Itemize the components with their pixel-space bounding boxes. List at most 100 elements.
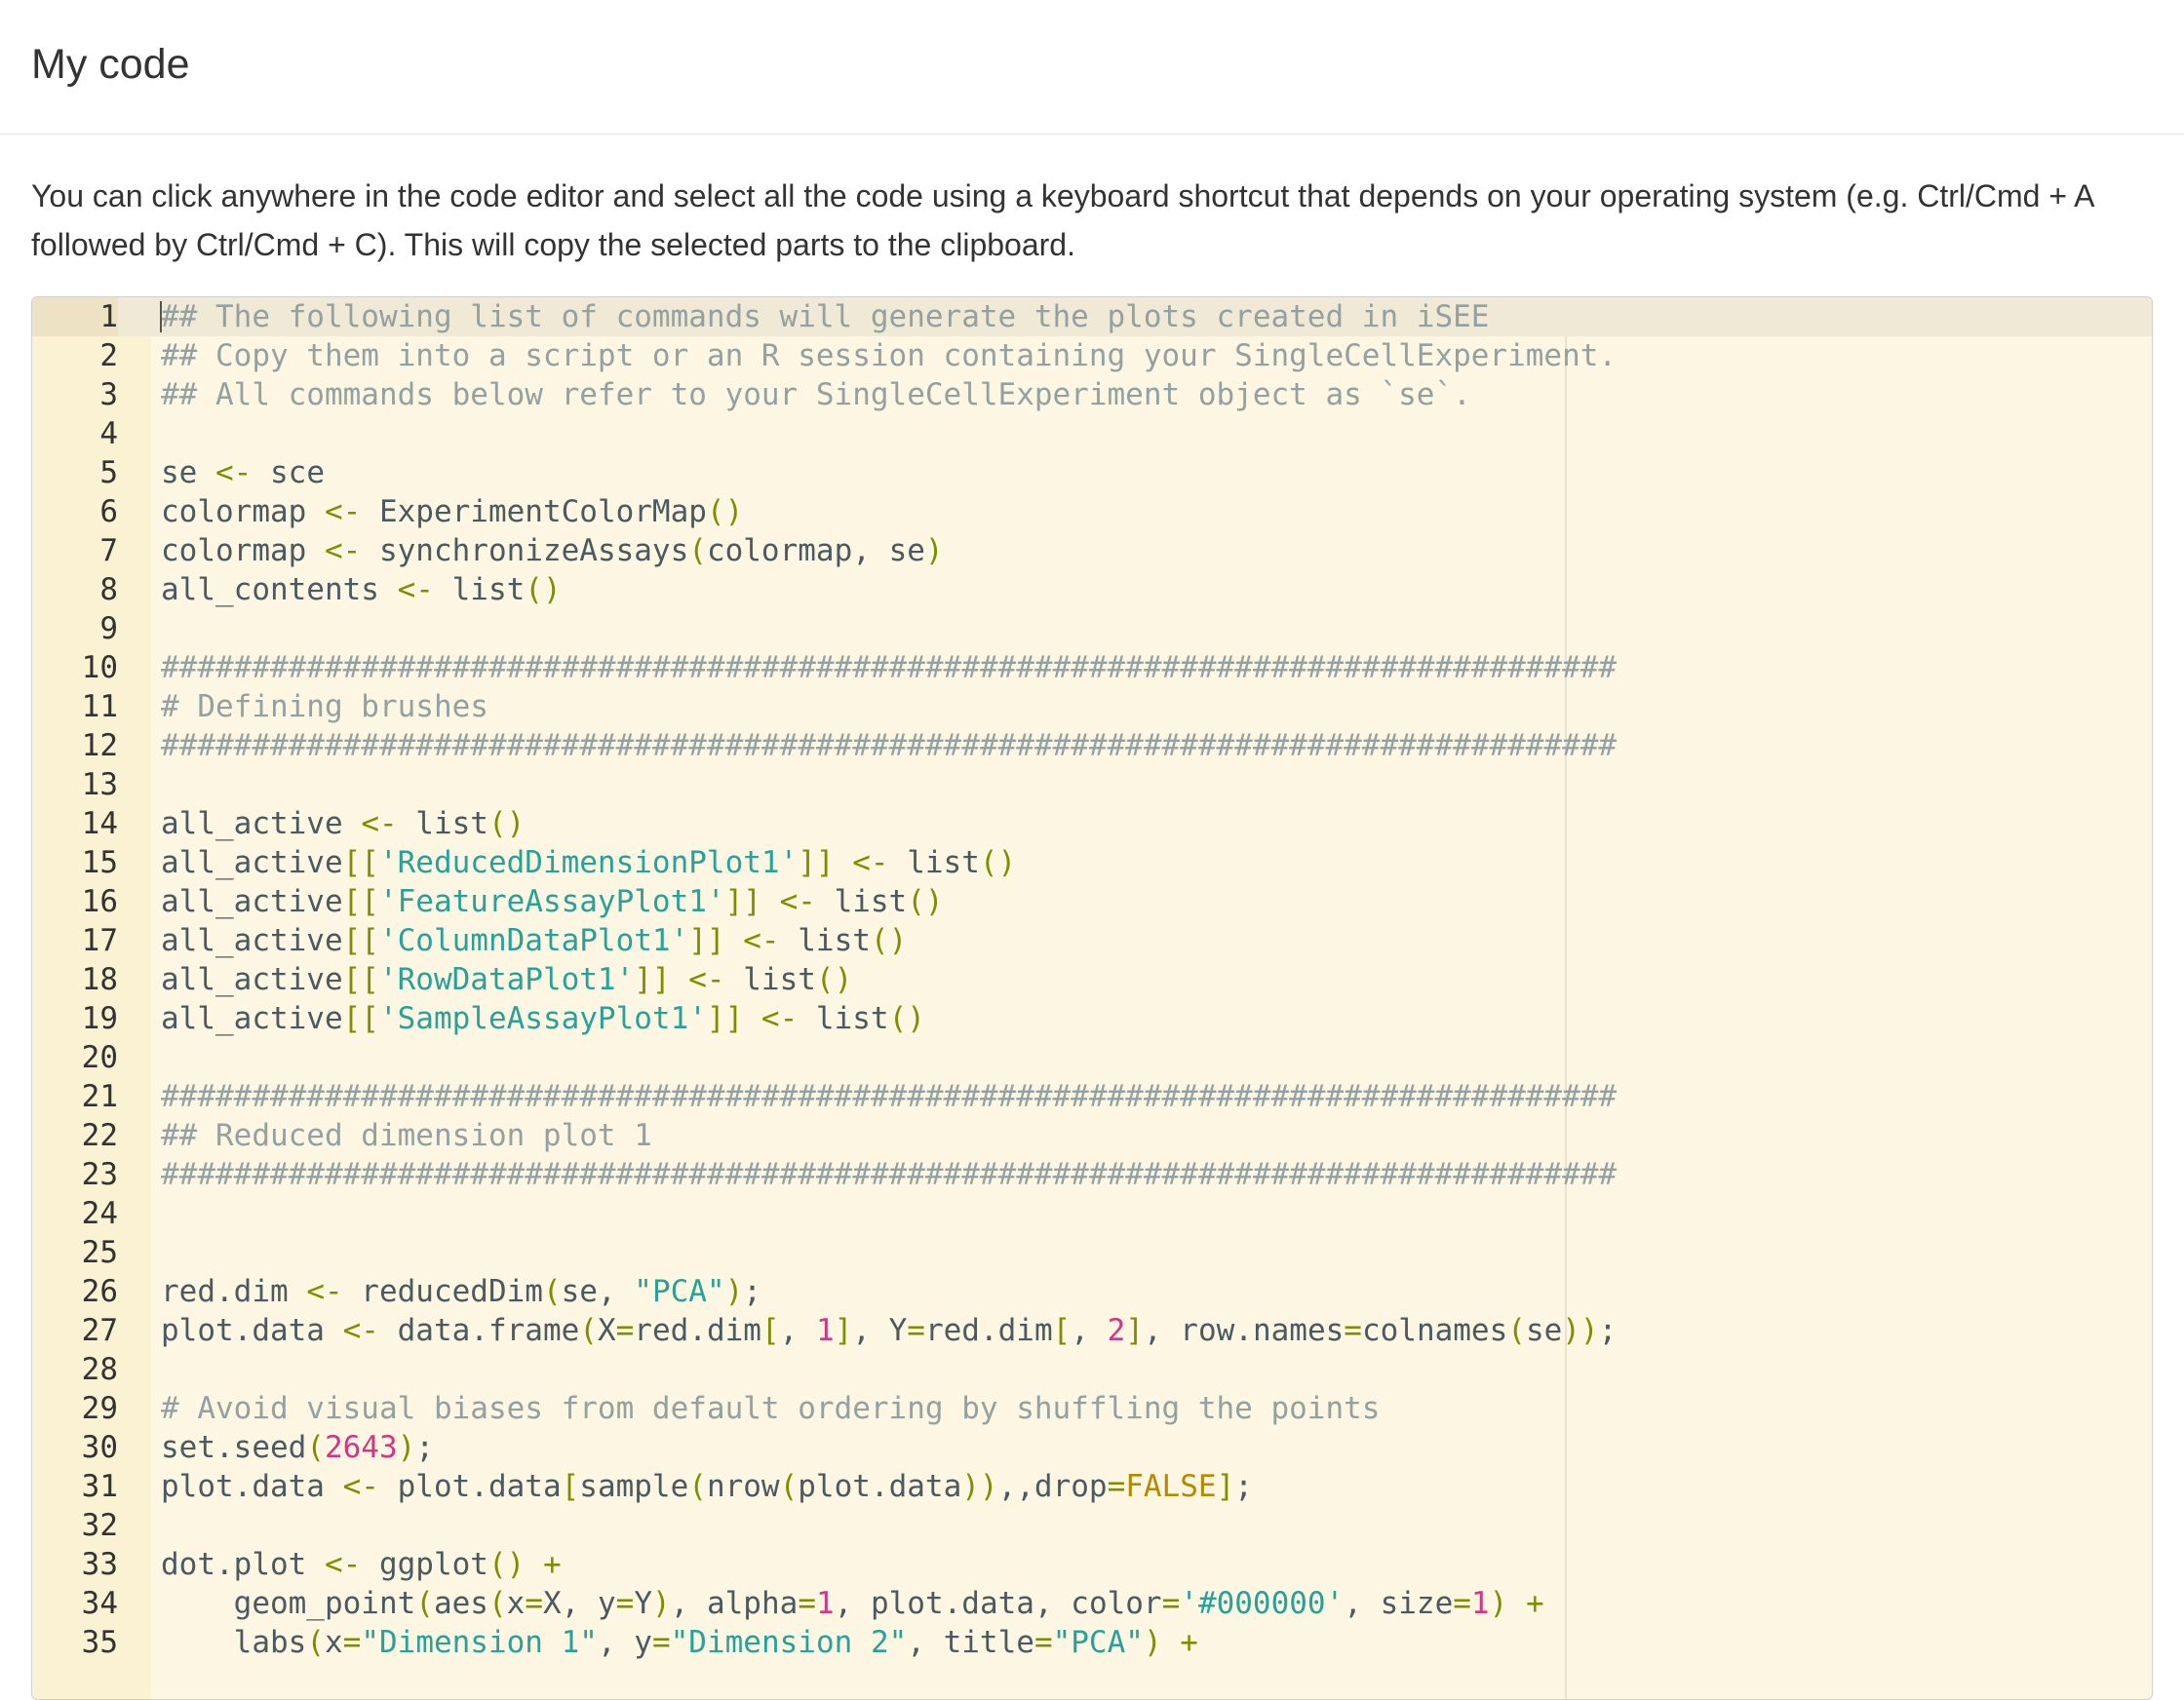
code-token: )) [961, 1469, 998, 1504]
code-line[interactable]: 23 ######################################… [32, 1155, 2152, 1194]
code-text: ########################################… [161, 1155, 1617, 1194]
line-number: 15 [81, 845, 118, 880]
code-line[interactable]: 16 all_active[['FeatureAssayPlot1']] <- l… [32, 882, 2152, 921]
code-text: ## The following list of commands will g… [161, 297, 1489, 336]
code-token: labs [161, 1625, 307, 1660]
code-line[interactable]: 20 [32, 1038, 2152, 1077]
code-line[interactable]: 11 # Defining brushes [32, 687, 2152, 726]
code-line[interactable]: 18 all_active[['RowDataPlot1']] <- list() [32, 960, 2152, 999]
code-token: aes [433, 1586, 488, 1621]
code-token: ) [1489, 1586, 1508, 1621]
code-token: x [324, 1625, 343, 1660]
code-token: ggplot [361, 1547, 488, 1582]
code-token: plot.data [798, 1469, 962, 1504]
code-token: 'ColumnDataPlot1' [378, 923, 689, 958]
code-token: ; [415, 1430, 434, 1465]
code-token: [[ [342, 962, 379, 997]
code-token: <- [688, 962, 725, 997]
code-token: , y [597, 1625, 652, 1660]
code-text: # Avoid visual biases from default order… [161, 1389, 1380, 1428]
code-line[interactable]: 30 set.seed(2643); [32, 1428, 2152, 1467]
page-title: My code [31, 41, 190, 88]
code-token: , Y [852, 1313, 908, 1348]
line-number: 16 [81, 884, 118, 919]
code-line[interactable]: 28 [32, 1350, 2152, 1389]
code-token: = [525, 1586, 543, 1621]
code-token: ( [306, 1430, 325, 1465]
code-token: = [615, 1586, 635, 1621]
code-line[interactable]: 3 ## All commands below refer to your Sin… [32, 375, 2152, 414]
code-line[interactable]: 29 # Avoid visual biases from default ord… [32, 1389, 2152, 1428]
code-line[interactable]: 8 all_contents <- list() [32, 570, 2152, 609]
code-text: all_active <- list() [161, 804, 525, 843]
code-token: + [542, 1547, 562, 1582]
code-line[interactable]: 9 [32, 609, 2152, 648]
text-cursor [160, 301, 162, 332]
code-line[interactable]: 14 all_active <- list() [32, 804, 2152, 843]
code-token: all_active [161, 1001, 343, 1036]
code-line[interactable]: 33 dot.plot <- ggplot() + [32, 1545, 2152, 1584]
code-line[interactable]: 4 [32, 414, 2152, 453]
code-line[interactable]: 19 all_active[['SampleAssayPlot1']] <- li… [32, 999, 2152, 1038]
code-line[interactable]: 13 [32, 765, 2152, 804]
code-line[interactable]: 12 ######################################… [32, 726, 2152, 765]
code-token: ## Reduced dimension plot 1 [161, 1118, 652, 1153]
code-lines[interactable]: 1 ## The following list of commands will … [32, 297, 2152, 1662]
line-number: 14 [81, 806, 118, 841]
line-number: 5 [99, 455, 118, 490]
code-line[interactable]: 2 ## Copy them into a script or an R sess… [32, 336, 2152, 375]
line-number: 20 [81, 1040, 118, 1075]
code-text: set.seed(2643); [161, 1428, 434, 1467]
instructions-text: You can click anywhere in the code edito… [31, 178, 2093, 262]
code-text: all_active[['RowDataPlot1']] <- list() [161, 960, 852, 999]
code-token: , plot.data, color [834, 1586, 1162, 1621]
code-token: <- [852, 845, 889, 880]
code-token: se [1525, 1313, 1563, 1348]
code-token: ]] [634, 962, 671, 997]
code-line[interactable]: 26 red.dim <- reducedDim(se, "PCA"); [32, 1272, 2152, 1311]
line-number: 12 [81, 728, 118, 763]
code-line[interactable]: 7 colormap <- synchronizeAssays(colormap,… [32, 531, 2152, 570]
code-token: ) [651, 1586, 671, 1621]
code-token: # Defining brushes [161, 689, 488, 724]
code-text: geom_point(aes(x=X, y=Y), alpha=1, plot.… [161, 1584, 1544, 1623]
code-token: se [161, 455, 215, 490]
code-line[interactable]: 10 ######################################… [32, 648, 2152, 687]
line-number: 19 [81, 1001, 118, 1036]
code-line[interactable]: 5 se <- sce [32, 453, 2152, 492]
code-token: plot.data [161, 1469, 343, 1504]
code-line[interactable]: 21 ######################################… [32, 1077, 2152, 1116]
code-token: ) [397, 1430, 416, 1465]
code-line[interactable]: 1 ## The following list of commands will … [32, 297, 2152, 336]
line-number: 28 [81, 1352, 118, 1387]
code-text: plot.data <- data.frame(X=red.dim[, 1], … [161, 1311, 1617, 1350]
code-text: all_active[['ColumnDataPlot1']] <- list(… [161, 921, 907, 960]
code-line[interactable]: 25 [32, 1233, 2152, 1272]
code-line[interactable]: 6 colormap <- ExperimentColorMap() [32, 492, 2152, 531]
code-editor[interactable]: 1 ## The following list of commands will … [31, 296, 2153, 1700]
code-line[interactable]: 17 all_active[['ColumnDataPlot1']] <- lis… [32, 921, 2152, 960]
line-number: 24 [81, 1196, 118, 1231]
line-number: 33 [81, 1547, 118, 1582]
code-token: ) [724, 1274, 744, 1309]
code-line[interactable]: 34 geom_point(aes(x=X, y=Y), alpha=1, pl… [32, 1584, 2152, 1623]
code-token: = [1344, 1313, 1362, 1348]
code-line[interactable]: 35 labs(x="Dimension 1", y="Dimension 2"… [32, 1623, 2152, 1662]
code-token: 'SampleAssayPlot1' [378, 1001, 707, 1036]
code-line[interactable]: 24 [32, 1194, 2152, 1233]
code-line[interactable]: 15 all_active[['ReducedDimensionPlot1']] … [32, 843, 2152, 882]
code-token: <- [361, 806, 398, 841]
code-token: <- [324, 533, 362, 568]
code-line[interactable]: 27 plot.data <- data.frame(X=red.dim[, 1]… [32, 1311, 2152, 1350]
code-token: all_active [161, 923, 343, 958]
code-text: all_contents <- list() [161, 570, 562, 609]
code-token: "Dimension 1" [361, 1625, 598, 1660]
code-token: = [907, 1313, 925, 1348]
code-line[interactable]: 31 plot.data <- plot.data[sample(nrow(plo… [32, 1467, 2152, 1506]
code-line[interactable]: 22 ## Reduced dimension plot 1 [32, 1116, 2152, 1155]
code-token: plot.data [378, 1469, 562, 1504]
code-line[interactable]: 32 [32, 1506, 2152, 1545]
code-token: set.seed [161, 1430, 307, 1465]
